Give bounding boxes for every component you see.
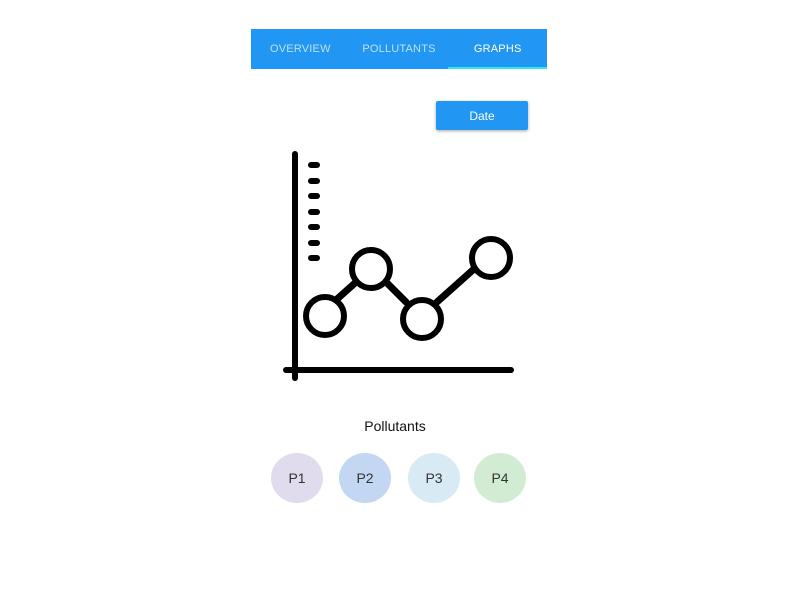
tab-graphs-label: GRAPHS	[473, 43, 522, 55]
data-nodes	[303, 236, 513, 341]
line-graph-icon	[280, 148, 520, 386]
pollutants-heading: Pollutants	[364, 418, 426, 434]
active-tab-indicator	[448, 67, 548, 69]
pollutant-chip-p3[interactable]: P3	[408, 453, 460, 503]
tab-graphs[interactable]: GRAPHS	[448, 29, 548, 69]
tab-bar: OVERVIEW POLLUTANTS GRAPHS	[251, 29, 548, 69]
pollutant-chip-p2[interactable]: P2	[339, 453, 391, 503]
pollutant-chip-p1[interactable]: P1	[271, 453, 323, 503]
tab-overview[interactable]: OVERVIEW	[251, 29, 350, 69]
tick-marks	[308, 162, 320, 261]
pollutant-chip-p4[interactable]: P4	[474, 453, 526, 503]
date-button[interactable]: Date	[436, 101, 528, 130]
tab-pollutants[interactable]: POLLUTANTS	[350, 29, 449, 69]
app-container: OVERVIEW POLLUTANTS GRAPHS	[251, 29, 548, 69]
tab-overview-label: OVERVIEW	[269, 43, 331, 55]
tab-pollutants-label: POLLUTANTS	[362, 43, 436, 55]
